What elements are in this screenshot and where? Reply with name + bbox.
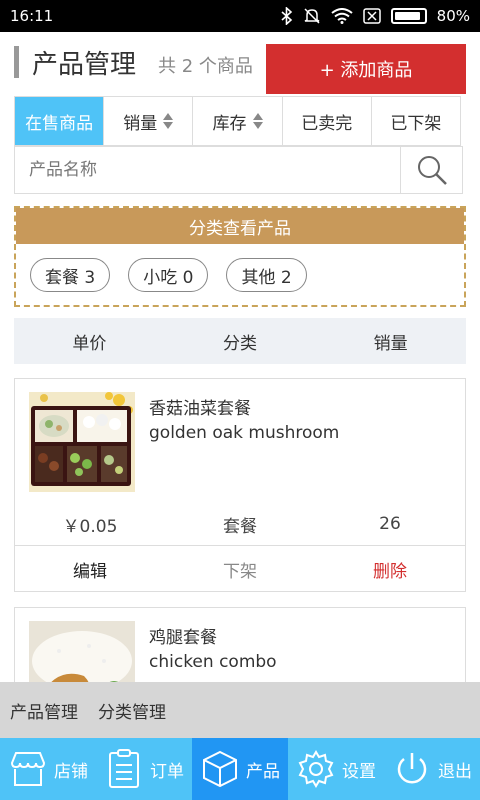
bluetooth-icon xyxy=(281,7,292,25)
title-accent-bar xyxy=(14,46,19,78)
product-sales: 26 xyxy=(379,514,401,534)
status-bar: 16:11 80% xyxy=(0,0,480,32)
offshelf-button[interactable]: 下架 xyxy=(165,557,315,582)
product-subtitle: chicken combo xyxy=(149,652,277,672)
product-card: 香菇油菜套餐 golden oak mushroom ￥0.05 套餐 26 编… xyxy=(14,378,466,592)
sub-menu: 产品管理 分类管理 xyxy=(0,682,480,738)
submenu-category-management[interactable]: 分类管理 xyxy=(98,698,166,723)
sim-off-icon xyxy=(362,8,381,24)
product-count: 共 2 个商品 xyxy=(158,56,253,77)
product-category: 套餐 xyxy=(223,516,257,537)
sort-icon xyxy=(252,113,263,129)
submenu-product-management[interactable]: 产品管理 xyxy=(10,698,78,723)
product-image xyxy=(29,392,135,492)
search-bar xyxy=(14,146,463,194)
product-price: ￥0.05 xyxy=(62,516,118,537)
nav-products[interactable]: 产品 xyxy=(192,738,288,800)
category-chip-other[interactable]: 其他 2 xyxy=(226,258,307,292)
nav-store[interactable]: 店铺 xyxy=(0,738,96,800)
tab-stock[interactable]: 库存 xyxy=(193,97,283,145)
battery-icon xyxy=(390,8,427,24)
search-input[interactable] xyxy=(15,147,400,193)
gear-icon xyxy=(298,750,334,788)
box-icon xyxy=(203,750,237,788)
product-name: 香菇油菜套餐 xyxy=(149,399,251,419)
tab-on-sale[interactable]: 在售商品 xyxy=(15,97,105,145)
nav-orders[interactable]: 订单 xyxy=(96,738,192,800)
tab-sold-out[interactable]: 已卖完 xyxy=(283,97,372,145)
bottom-nav: 店铺 订单 产品 设置 退出 xyxy=(0,738,480,800)
nav-logout[interactable]: 退出 xyxy=(384,738,480,800)
status-time: 16:11 xyxy=(10,7,54,25)
product-info-row: ￥0.05 套餐 26 xyxy=(15,509,465,539)
page-header: 产品管理 共 2 个商品 + 添加商品 xyxy=(0,32,480,94)
category-chips: 套餐 3 小吃 0 其他 2 xyxy=(16,244,464,306)
add-product-button[interactable]: + 添加商品 xyxy=(266,44,466,94)
category-heading: 分类查看产品 xyxy=(16,208,464,244)
product-subtitle: golden oak mushroom xyxy=(149,423,340,443)
search-button[interactable] xyxy=(400,147,462,193)
tab-off-shelf[interactable]: 已下架 xyxy=(372,97,460,145)
notification-off-icon xyxy=(304,8,320,24)
column-sales: 销量 xyxy=(373,333,408,354)
category-chip-combo[interactable]: 套餐 3 xyxy=(30,258,111,292)
store-icon xyxy=(10,752,46,786)
order-list-icon xyxy=(109,749,139,788)
sort-icon xyxy=(163,113,174,129)
category-panel: 分类查看产品 套餐 3 小吃 0 其他 2 xyxy=(14,206,466,307)
wifi-icon xyxy=(331,8,353,24)
delete-button[interactable]: 删除 xyxy=(315,557,465,582)
product-actions: 编辑 下架 删除 xyxy=(15,545,465,593)
product-name: 鸡腿套餐 xyxy=(149,628,217,648)
edit-button[interactable]: 编辑 xyxy=(15,557,165,582)
column-price: 单价 xyxy=(72,333,107,354)
search-icon xyxy=(417,156,447,185)
product-filter-tabs: 在售商品 销量 库存 已卖完 已下架 xyxy=(14,96,461,146)
page-title: 产品管理 xyxy=(32,50,137,80)
product-column-headers: 单价 分类 销量 xyxy=(14,318,466,364)
category-chip-snack[interactable]: 小吃 0 xyxy=(128,258,209,292)
tab-sales[interactable]: 销量 xyxy=(104,97,194,145)
column-category: 分类 xyxy=(223,333,257,354)
battery-percent: 80% xyxy=(436,7,470,25)
nav-settings[interactable]: 设置 xyxy=(288,738,384,800)
power-icon xyxy=(397,753,427,784)
